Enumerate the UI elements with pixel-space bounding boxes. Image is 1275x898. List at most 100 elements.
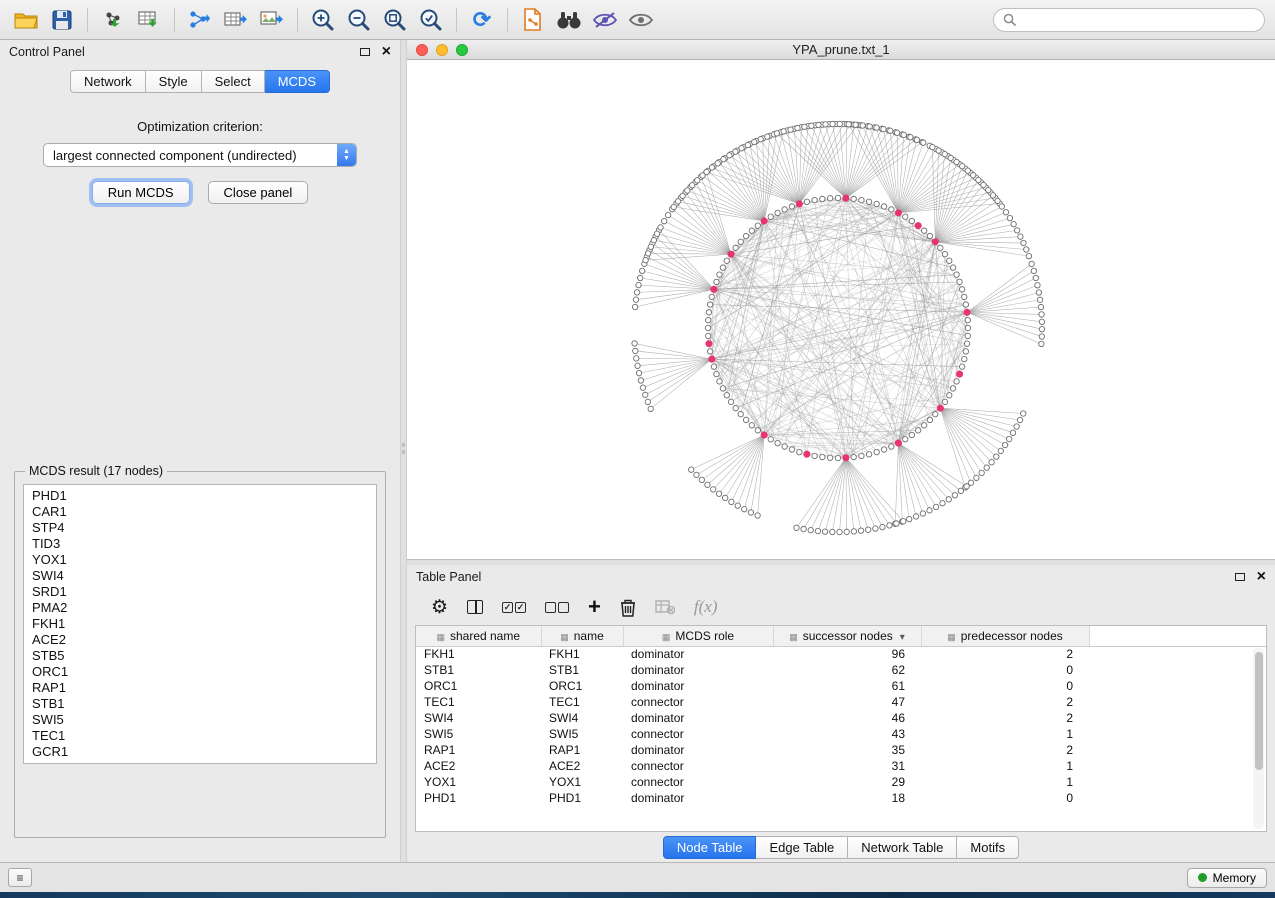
- list-item[interactable]: CAR1: [24, 504, 376, 520]
- zoom-in-button[interactable]: [307, 5, 339, 35]
- list-item[interactable]: TEC1: [24, 728, 376, 744]
- tab-node-table[interactable]: Node Table: [663, 836, 757, 859]
- list-item[interactable]: ACE2: [24, 632, 376, 648]
- zoom-fit-icon: [383, 8, 407, 32]
- list-item[interactable]: PMA2: [24, 600, 376, 616]
- close-panel-button[interactable]: Close panel: [208, 181, 309, 204]
- table-row[interactable]: FKH1FKH1dominator962: [416, 646, 1266, 662]
- list-item[interactable]: GCR1: [24, 744, 376, 760]
- table-body: FKH1FKH1dominator962STB1STB1dominator620…: [416, 646, 1266, 806]
- list-item[interactable]: YOX1: [24, 552, 376, 568]
- import-table-button[interactable]: [133, 5, 165, 35]
- panel-splitter[interactable]: [400, 40, 407, 862]
- delete-column-button[interactable]: [620, 595, 636, 619]
- column-header-predecessor-nodes[interactable]: ▦predecessor nodes: [921, 626, 1089, 646]
- zoom-in-icon: [311, 8, 335, 32]
- mcds-result-list[interactable]: PHD1CAR1STP4TID3YOX1SWI4SRD1PMA2FKH1ACE2…: [23, 484, 377, 764]
- table-cell: 46: [773, 710, 921, 726]
- table-row[interactable]: STB1STB1dominator620: [416, 662, 1266, 678]
- save-session-icon: [52, 10, 72, 30]
- table-cell: connector: [623, 774, 773, 790]
- select-all-rows-button[interactable]: ✓✓: [502, 595, 526, 619]
- zoom-out-icon: [347, 8, 371, 32]
- table-row[interactable]: SWI4SWI4dominator462: [416, 710, 1266, 726]
- column-header-successor-nodes[interactable]: ▦successor nodes▾: [773, 626, 921, 646]
- table-cell: connector: [623, 694, 773, 710]
- deselect-all-rows-button[interactable]: [545, 595, 569, 619]
- open-session-button[interactable]: [10, 5, 42, 35]
- column-header-shared-name[interactable]: ▦shared name: [416, 626, 541, 646]
- run-mcds-button[interactable]: Run MCDS: [92, 181, 190, 204]
- zoom-fit-button[interactable]: [379, 5, 411, 35]
- table-row[interactable]: ACE2ACE2connector311: [416, 758, 1266, 774]
- export-network-button[interactable]: [184, 5, 216, 35]
- close-panel-icon[interactable]: ×: [1257, 569, 1266, 585]
- zoom-out-button[interactable]: [343, 5, 375, 35]
- export-image-button[interactable]: [256, 5, 288, 35]
- show-eye-button[interactable]: [625, 5, 657, 35]
- table-cell: STB1: [416, 662, 541, 678]
- list-item[interactable]: STP4: [24, 520, 376, 536]
- tab-edge-table[interactable]: Edge Table: [756, 836, 848, 859]
- task-history-button[interactable]: ≡: [8, 868, 32, 887]
- save-session-button[interactable]: [46, 5, 78, 35]
- table-row[interactable]: ORC1ORC1dominator610: [416, 678, 1266, 694]
- clear-table-button[interactable]: [655, 595, 675, 619]
- memory-button[interactable]: Memory: [1187, 868, 1267, 888]
- hide-eye-button[interactable]: [589, 5, 621, 35]
- close-panel-icon[interactable]: ×: [382, 44, 391, 60]
- show-columns-button[interactable]: [467, 595, 483, 619]
- list-item[interactable]: PHD1: [24, 488, 376, 504]
- table-cell: SWI4: [416, 710, 541, 726]
- list-item[interactable]: SRD1: [24, 584, 376, 600]
- tab-style[interactable]: Style: [146, 70, 202, 93]
- tab-network-table[interactable]: Network Table: [848, 836, 957, 859]
- list-item[interactable]: STB5: [24, 648, 376, 664]
- float-panel-icon[interactable]: [1235, 573, 1245, 581]
- show-eye-icon: [628, 11, 654, 29]
- binoculars-button[interactable]: [553, 5, 585, 35]
- list-item[interactable]: STB1: [24, 696, 376, 712]
- criterion-select[interactable]: largest connected component (undirected)…: [43, 143, 357, 167]
- memory-label: Memory: [1213, 871, 1256, 885]
- hide-eye-icon: [592, 11, 618, 29]
- search-input[interactable]: [1022, 13, 1255, 27]
- import-network-button[interactable]: [97, 5, 129, 35]
- list-item[interactable]: SWI4: [24, 568, 376, 584]
- scrollbar-thumb[interactable]: [1255, 652, 1263, 770]
- column-header-name[interactable]: ▦name: [541, 626, 623, 646]
- table-row[interactable]: PHD1PHD1dominator180: [416, 790, 1266, 806]
- list-item[interactable]: RAP1: [24, 680, 376, 696]
- export-table-button[interactable]: [220, 5, 252, 35]
- list-item[interactable]: TID3: [24, 536, 376, 552]
- search-box[interactable]: [993, 8, 1265, 32]
- list-item[interactable]: SWI5: [24, 712, 376, 728]
- tab-mcds[interactable]: MCDS: [265, 70, 330, 93]
- table-row[interactable]: RAP1RAP1dominator352: [416, 742, 1266, 758]
- table-row[interactable]: YOX1YOX1connector291: [416, 774, 1266, 790]
- network-canvas[interactable]: [407, 60, 1275, 559]
- list-item[interactable]: FKH1: [24, 616, 376, 632]
- export-document-button[interactable]: [517, 5, 549, 35]
- table-cell: RAP1: [541, 742, 623, 758]
- tab-motifs[interactable]: Motifs: [957, 836, 1019, 859]
- list-item[interactable]: ORC1: [24, 664, 376, 680]
- float-panel-icon[interactable]: [360, 48, 370, 56]
- function-builder-button[interactable]: f(x): [694, 595, 718, 619]
- refresh-layout-button[interactable]: ⟳: [466, 5, 498, 35]
- table-cell: 2: [921, 710, 1089, 726]
- table-row[interactable]: TEC1TEC1connector472: [416, 694, 1266, 710]
- chevron-down-icon[interactable]: ▾: [900, 632, 905, 643]
- network-graph[interactable]: [407, 60, 1275, 559]
- zoom-selected-button[interactable]: [415, 5, 447, 35]
- table-vertical-scrollbar[interactable]: [1253, 648, 1264, 829]
- column-header-mcds-role[interactable]: ▦MCDS role: [623, 626, 773, 646]
- tab-network[interactable]: Network: [70, 70, 146, 93]
- refresh-layout-icon: ⟳: [473, 9, 491, 31]
- table-settings-button[interactable]: ⚙: [431, 595, 448, 619]
- toolbar-separator: [297, 8, 298, 32]
- tab-select[interactable]: Select: [202, 70, 265, 93]
- add-column-button[interactable]: +: [588, 595, 601, 619]
- table-cell: connector: [623, 726, 773, 742]
- table-row[interactable]: SWI5SWI5connector431: [416, 726, 1266, 742]
